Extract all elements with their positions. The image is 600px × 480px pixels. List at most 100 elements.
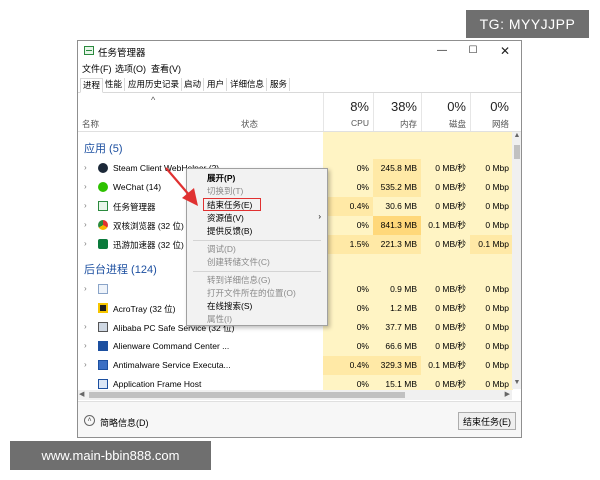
expand-chevron-icon[interactable]: › — [84, 239, 87, 248]
process-name: Application Frame Host — [113, 379, 202, 389]
menu-separator — [193, 271, 321, 272]
tab-startup[interactable]: 启动 — [182, 78, 205, 91]
menu-go-to-details[interactable]: 转到详细信息(G) — [207, 274, 270, 286]
close-button[interactable]: ✕ — [493, 43, 517, 59]
memory-percent: 38% — [390, 99, 417, 114]
scroll-down-icon[interactable]: ▼ — [512, 379, 521, 389]
memory-cell: 30.6 MB — [385, 201, 417, 211]
cpu-cell: 0% — [356, 379, 369, 389]
column-status[interactable]: 状态 — [241, 118, 258, 130]
scroll-left-icon[interactable]: ◀ — [79, 390, 84, 398]
disk-cell: 0.1 MB/秒 — [428, 220, 466, 230]
cpu-cell: 0% — [356, 182, 369, 192]
column-header: ^ 名称 状态 8% CPU 38% 内存 0% 磁盘 0% 网络 — [78, 93, 521, 132]
disk-cell: 0 MB/秒 — [435, 341, 466, 351]
menu-switch-to[interactable]: 切换到(T) — [207, 185, 243, 197]
expand-chevron-icon[interactable]: › — [84, 341, 87, 350]
end-task-button[interactable]: 结束任务(E) — [458, 412, 516, 430]
alibaba-icon — [98, 322, 108, 332]
disk-cell: 0 MB/秒 — [435, 239, 466, 249]
vertical-scrollbar[interactable]: ▲ ▼ — [512, 132, 521, 389]
process-name: AcroTray (32 位) — [113, 304, 176, 314]
tab-processes[interactable]: 进程 — [80, 78, 104, 93]
menu-expand[interactable]: 展开(P) — [207, 172, 235, 184]
expand-chevron-icon[interactable]: › — [84, 360, 87, 369]
column-disk[interactable]: 0% 磁盘 — [421, 93, 470, 131]
menu-bar: 文件(F) 选项(O) 查看(V) — [78, 62, 521, 76]
cpu-cell: 0% — [356, 284, 369, 294]
menu-end-task[interactable]: 结束任务(E) — [207, 199, 252, 211]
column-network[interactable]: 0% 网络 — [470, 93, 513, 131]
menu-create-dump[interactable]: 创建转储文件(C) — [207, 256, 270, 268]
collapse-up-icon[interactable]: ˄ — [84, 415, 95, 426]
menu-resource-values[interactable]: 资源值(V) — [207, 212, 244, 224]
process-name: WeChat (14) — [113, 182, 162, 192]
network-cell: 0 Mbp — [485, 284, 509, 294]
column-cpu[interactable]: 8% CPU — [323, 93, 373, 131]
menu-view[interactable]: 查看(V) — [151, 62, 181, 76]
network-cell: 0 Mbp — [485, 163, 509, 173]
taskmgr-icon — [98, 201, 108, 211]
network-cell: 0 Mbp — [485, 201, 509, 211]
menu-options[interactable]: 选项(O) — [115, 62, 146, 76]
column-name[interactable]: 名称 — [82, 118, 99, 130]
disk-cell: 0 MB/秒 — [435, 303, 466, 313]
expand-chevron-icon[interactable]: › — [84, 182, 87, 191]
tab-services[interactable]: 服务 — [268, 78, 291, 91]
scroll-thumb-horizontal[interactable] — [89, 392, 405, 398]
scroll-up-icon[interactable]: ▲ — [512, 132, 521, 142]
column-memory[interactable]: 38% 内存 — [373, 93, 421, 131]
expand-chevron-icon[interactable]: › — [84, 201, 87, 210]
menu-open-file-location[interactable]: 打开文件所在的位置(O) — [207, 287, 296, 299]
task-manager-icon — [84, 46, 94, 55]
fewer-details-link[interactable]: 简略信息(D) — [100, 416, 149, 429]
tab-app-history[interactable]: 应用历史记录 — [126, 78, 183, 91]
footer-bar: ˄ 简略信息(D) 结束任务(E) — [78, 401, 521, 437]
menu-debug[interactable]: 调试(D) — [207, 243, 236, 255]
cpu-label: CPU — [351, 118, 369, 128]
acrotray-icon — [98, 303, 108, 313]
memory-label: 内存 — [399, 119, 417, 129]
maximize-button[interactable]: ☐ — [461, 43, 485, 59]
cpu-cell: 0% — [356, 303, 369, 313]
scroll-right-icon[interactable]: ▶ — [505, 390, 510, 398]
network-cell: 0 Mbp — [485, 303, 509, 313]
red-arrow-annotation-icon — [165, 167, 198, 206]
minimize-button[interactable]: — — [430, 43, 454, 59]
menu-search-online[interactable]: 在线搜索(S) — [207, 300, 252, 312]
sort-arrow-icon[interactable]: ^ — [151, 95, 155, 105]
process-name: 双核浏览器 (32 位) ( — [113, 221, 190, 231]
cpu-cell: 0% — [356, 341, 369, 351]
table-row[interactable]: › Alienware Command Center ... 0% 66.6 M… — [78, 337, 513, 356]
menu-properties[interactable]: 属性(I) — [207, 313, 232, 325]
tab-users[interactable]: 用户 — [205, 78, 228, 91]
watermark-top: TG: MYYJJPP — [466, 10, 589, 38]
disk-cell: 0 MB/秒 — [435, 379, 466, 389]
table-row[interactable]: Application Frame Host 0% 15.1 MB 0 MB/秒… — [78, 375, 513, 390]
horizontal-scrollbar[interactable]: ◀ ▶ — [78, 390, 512, 400]
process-name: Antimalware Service Executa... — [113, 360, 231, 370]
expand-chevron-icon[interactable]: › — [84, 284, 87, 293]
alienware-icon — [98, 341, 108, 351]
menu-provide-feedback[interactable]: 提供反馈(B) — [207, 225, 252, 237]
process-name: 迅游加速器 (32 位) ( — [113, 240, 190, 250]
expand-chevron-icon[interactable]: › — [84, 322, 87, 331]
cpu-cell: 0.4% — [323, 197, 373, 216]
disk-label: 磁盘 — [448, 119, 466, 129]
network-cell: 0.1 Mbp — [470, 235, 513, 254]
memory-cell: 329.3 MB — [373, 356, 421, 375]
scroll-thumb[interactable] — [514, 145, 520, 159]
memory-cell: 245.8 MB — [373, 159, 421, 178]
context-menu: 展开(P) 切换到(T) 结束任务(E) 资源值(V) › 提供反馈(B) 调试… — [186, 168, 328, 326]
memory-cell: 15.1 MB — [385, 379, 417, 389]
tab-details[interactable]: 详细信息 — [228, 78, 268, 91]
disk-cell: 0.1 MB/秒 — [428, 360, 466, 370]
cpu-cell: 0.4% — [323, 356, 373, 375]
menu-file[interactable]: 文件(F) — [82, 62, 112, 76]
table-row[interactable]: › Antimalware Service Executa... 0.4% 32… — [78, 356, 513, 375]
expand-chevron-icon[interactable]: › — [84, 163, 87, 172]
cpu-cell: 0% — [356, 220, 369, 230]
network-cell: 0 Mbp — [485, 341, 509, 351]
expand-chevron-icon[interactable]: › — [84, 220, 87, 229]
tab-performance[interactable]: 性能 — [103, 78, 126, 91]
